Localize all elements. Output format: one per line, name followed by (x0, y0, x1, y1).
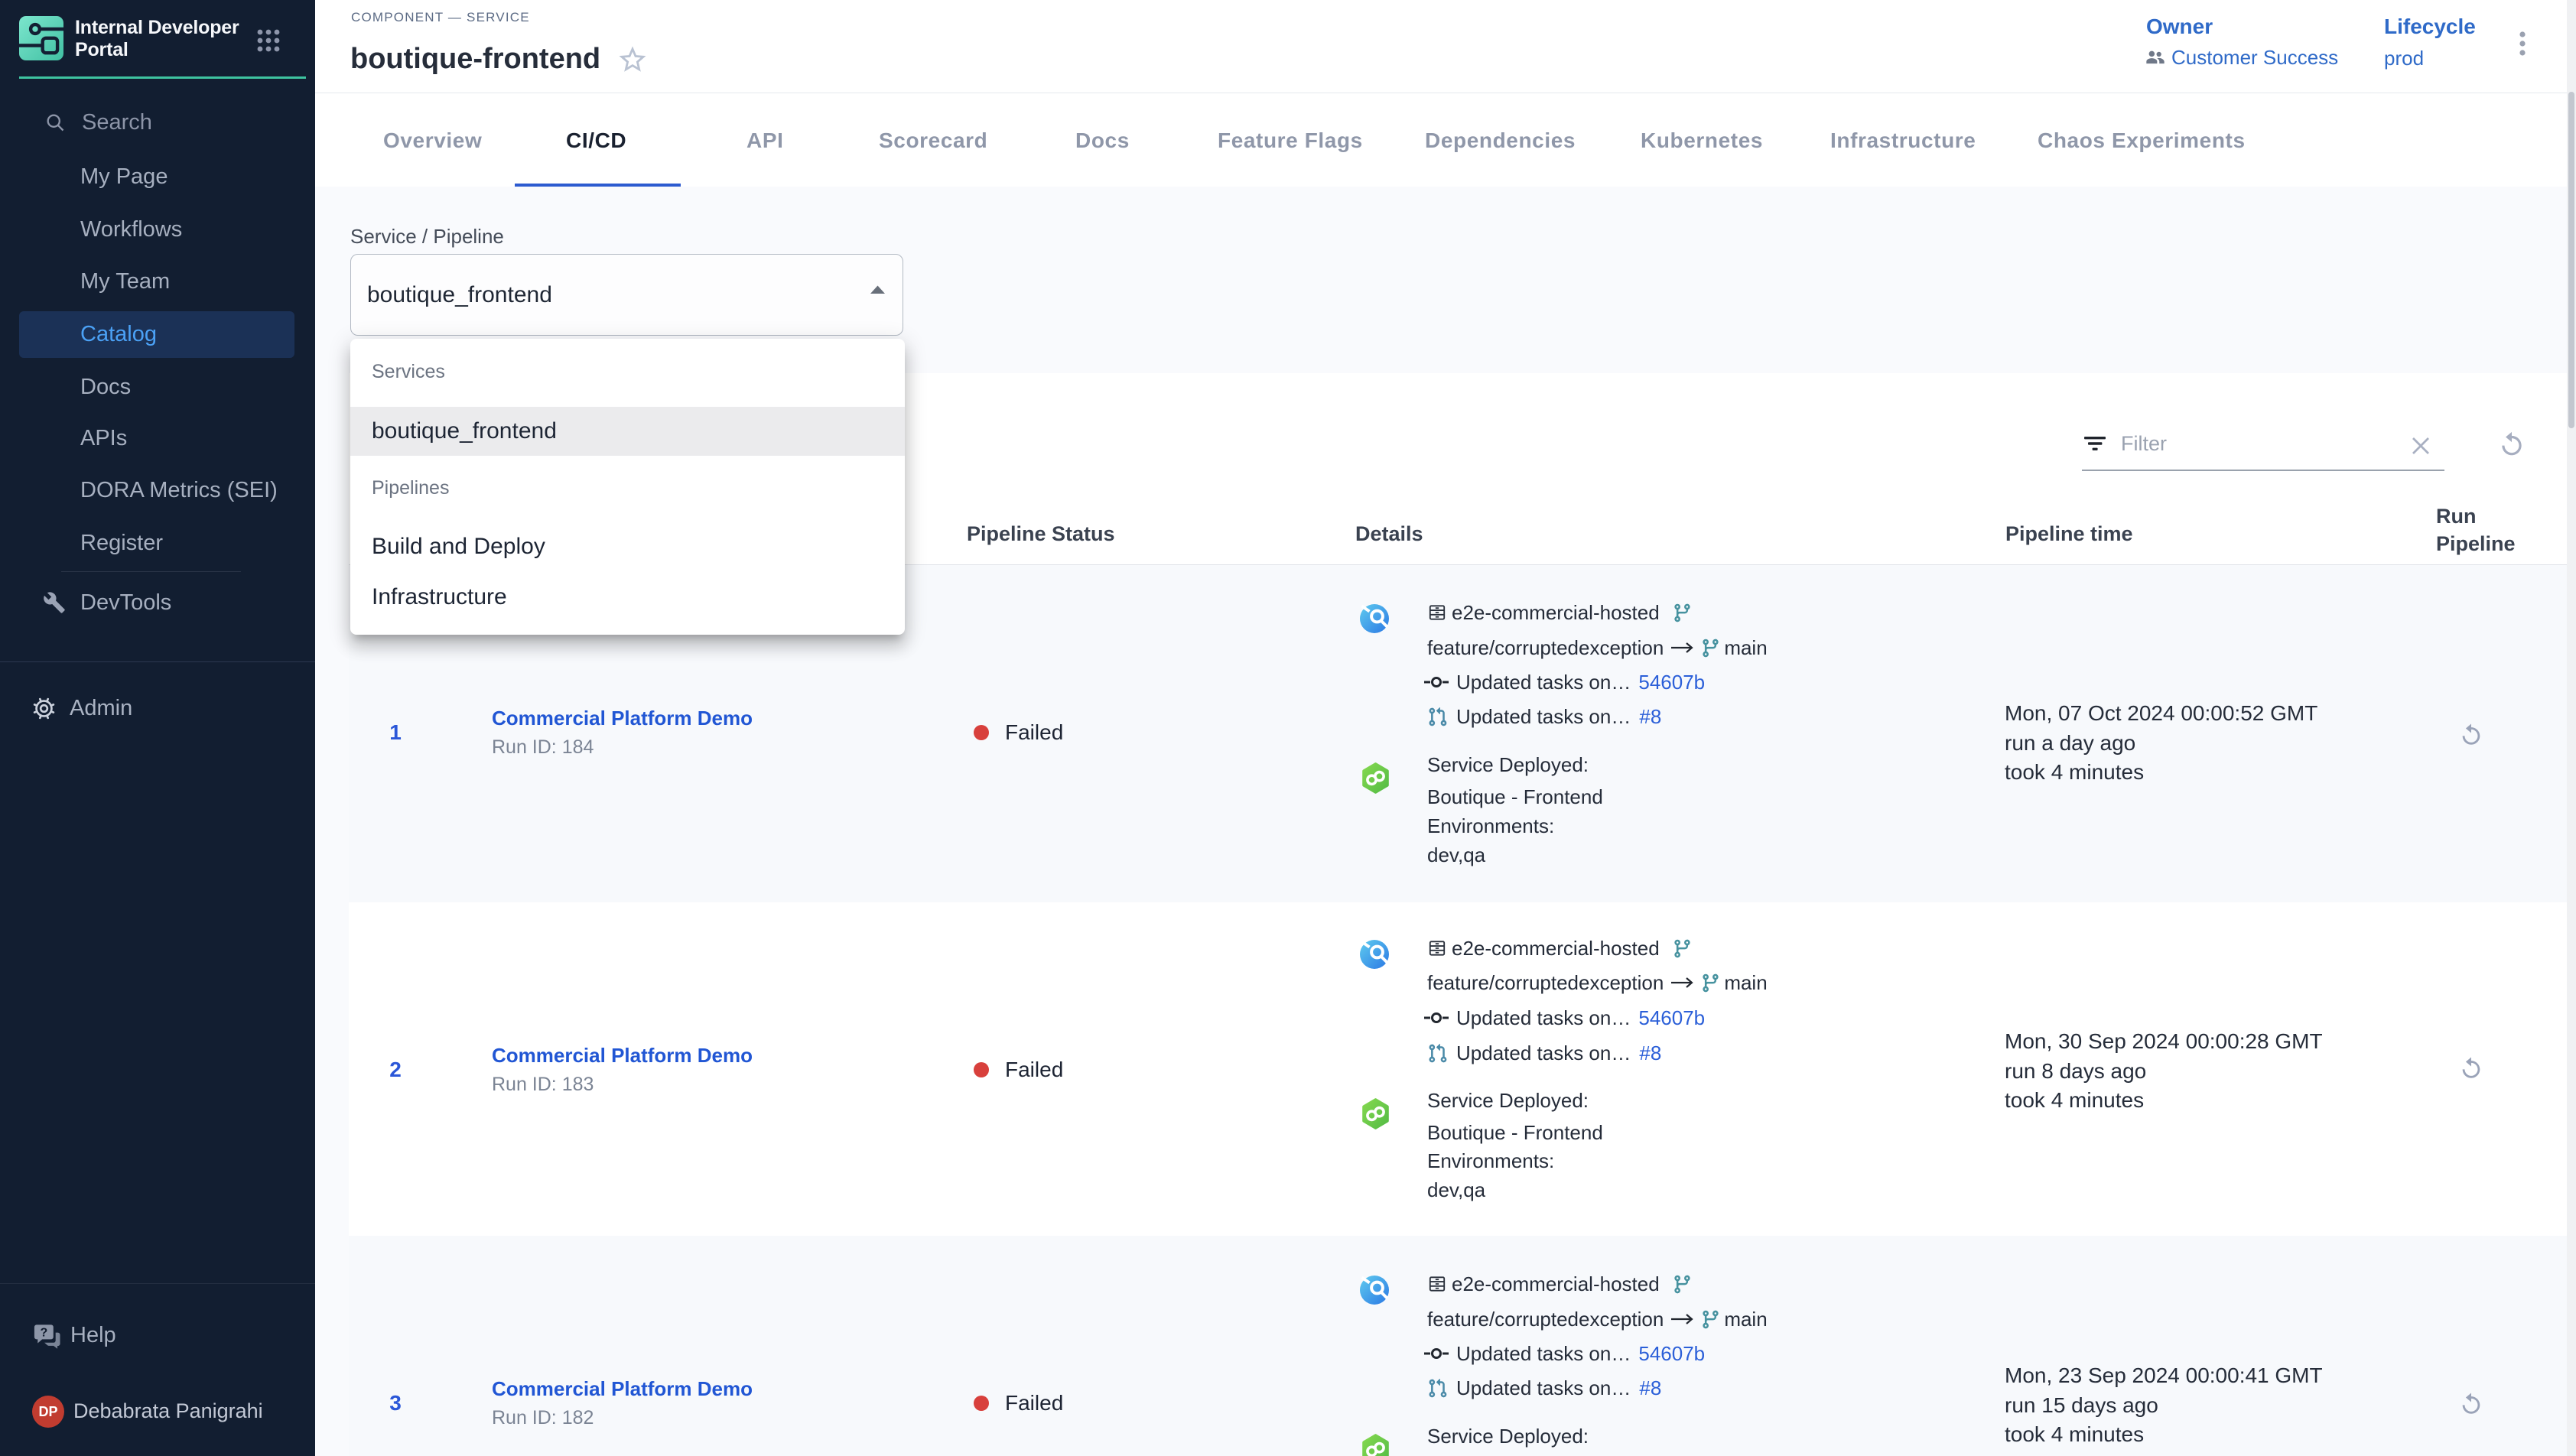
svg-text:?: ? (40, 1326, 47, 1340)
